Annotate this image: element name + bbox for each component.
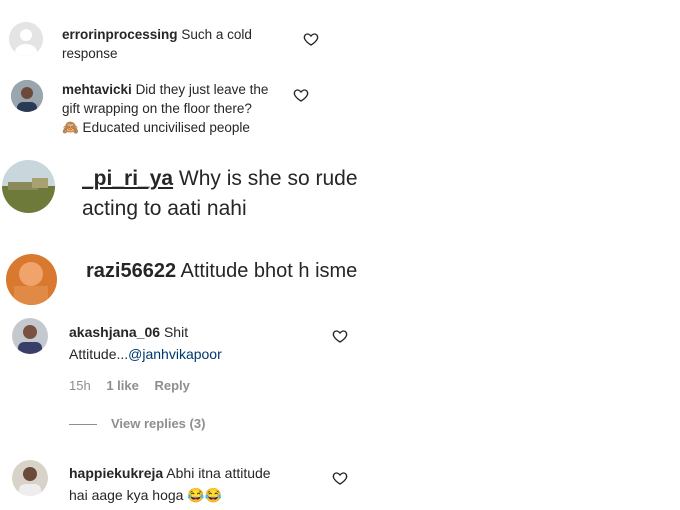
heart-outline-icon[interactable]	[293, 87, 309, 103]
reply-button[interactable]: Reply	[154, 378, 189, 393]
comment-body: acting to aati nahi	[82, 197, 247, 220]
comment-body: Did they just leave the	[135, 82, 269, 97]
comment-likes[interactable]: 1 like	[106, 378, 139, 393]
mention-link[interactable]: @janhvikapoor	[128, 346, 222, 362]
comment-meta: 15h 1 like Reply	[69, 378, 202, 393]
comment-username[interactable]: happiekukreja	[69, 465, 163, 481]
comment-text: happiekukreja Abhi itna attitude hai aag…	[69, 462, 271, 506]
comment-body: hai aage kya hoga 😂😂	[69, 487, 223, 503]
comment-body: Attitude...	[69, 346, 129, 362]
comment-text: mehtavicki Did they just leave the gift …	[62, 80, 268, 137]
avatar[interactable]	[2, 160, 55, 213]
profile-photo-icon	[2, 160, 55, 213]
comment-username[interactable]: akashjana_06	[69, 324, 160, 340]
view-replies-label: View replies (3)	[111, 416, 206, 431]
profile-photo-icon	[12, 460, 48, 496]
comment-body: gift wrapping on the floor there?	[62, 101, 252, 116]
view-replies[interactable]: View replies (3)	[69, 416, 205, 431]
comment-username[interactable]: mehtavicki	[62, 82, 132, 97]
default-avatar-icon	[9, 22, 43, 56]
avatar[interactable]	[11, 80, 43, 112]
comment-body: Such a cold	[181, 27, 252, 42]
comment-body: Shit	[163, 324, 189, 340]
avatar[interactable]	[9, 22, 43, 56]
comment-username[interactable]: errorinprocessing	[62, 27, 178, 42]
comment-body: Abhi itna attitude	[166, 465, 271, 481]
heart-outline-icon[interactable]	[332, 470, 348, 486]
comment-body: Why is she so rude	[178, 167, 358, 190]
comment-body: Attitude bhot h isme	[180, 260, 358, 282]
comment-username[interactable]: razi56622	[86, 260, 176, 282]
comment-body: 🙈 Educated uncivilised people	[62, 120, 250, 135]
comment-text: _pi_ri_ya Why is she so rude acting to a…	[82, 164, 370, 224]
heart-outline-icon[interactable]	[303, 31, 319, 47]
profile-photo-icon	[12, 318, 48, 354]
comment-text: errorinprocessing Such a cold response	[62, 25, 252, 63]
comment-username[interactable]: _pi_ri_ya	[82, 167, 173, 190]
comment-text: akashjana_06 Shit Attitude...@janhvikapo…	[69, 321, 222, 365]
comment-body: response	[62, 46, 118, 61]
profile-photo-icon	[6, 254, 57, 305]
comment-text: razi56622 Attitude bhot h isme	[86, 257, 357, 285]
heart-outline-icon[interactable]	[332, 328, 348, 344]
avatar[interactable]	[6, 254, 57, 305]
avatar[interactable]	[12, 318, 48, 354]
profile-photo-icon	[11, 80, 43, 112]
replies-divider	[69, 424, 97, 426]
avatar[interactable]	[12, 460, 48, 496]
comment-timestamp: 15h	[69, 378, 91, 393]
